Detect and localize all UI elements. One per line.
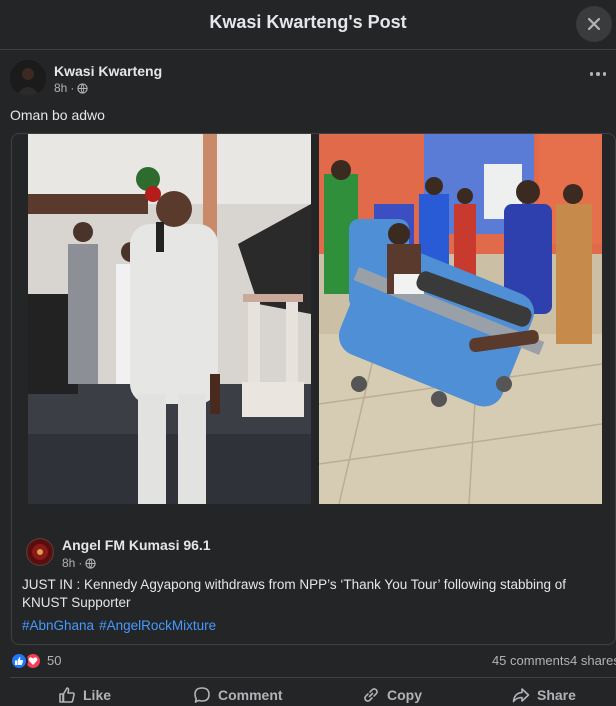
copy-label: Copy (387, 687, 422, 703)
globe-icon (77, 82, 89, 94)
share-icon (512, 688, 530, 703)
meta-separator: · (78, 556, 83, 570)
copy-button[interactable]: Copy (362, 682, 422, 706)
hashtag-link[interactable]: #AbnGhana (22, 618, 94, 633)
comment-label: Comment (218, 687, 283, 703)
shares-count[interactable]: 4 shares (570, 653, 616, 668)
post-author-row: Kwasi Kwarteng 8h · (10, 60, 610, 100)
more-dot-icon (602, 72, 607, 76)
post-dialog-header: Kwasi Kwarteng's Post (0, 0, 616, 50)
share-button[interactable]: Share (512, 682, 576, 706)
meta-separator: · (70, 81, 75, 95)
author-name[interactable]: Kwasi Kwarteng (54, 63, 162, 79)
comment-button[interactable]: Comment (193, 682, 283, 706)
more-options-button[interactable] (586, 66, 610, 82)
hashtag-link[interactable]: #AngelRockMixture (99, 618, 216, 633)
shared-post-text: JUST IN : Kennedy Agyapong withdraws fro… (22, 577, 567, 610)
like-label: Like (83, 687, 112, 703)
shared-post-card[interactable]: Angel FM Kumasi 96.1 8h · JUST IN : Kenn… (11, 133, 616, 645)
action-bar: Like Comment Copy Share (10, 677, 616, 706)
shared-page-name[interactable]: Angel FM Kumasi 96.1 (62, 537, 211, 553)
globe-icon (85, 557, 97, 569)
like-button[interactable]: Like (58, 682, 111, 706)
shared-page-meta: 8h · (62, 556, 97, 570)
author-avatar[interactable] (10, 60, 46, 96)
hashtags: #AbnGhana #AngelRockMixture (22, 618, 216, 633)
comments-count[interactable]: 45 comments (492, 653, 570, 668)
reaction-count[interactable]: 50 (47, 653, 61, 668)
close-icon (587, 17, 601, 31)
shared-page-header: Angel FM Kumasi 96.1 8h · (26, 536, 596, 572)
close-button[interactable] (576, 6, 612, 42)
reactions-row: 50 45 comments 4 shares (10, 650, 616, 672)
post-time[interactable]: 8h (54, 81, 67, 95)
shared-photo-right[interactable] (319, 134, 602, 504)
more-dot-icon (589, 72, 594, 76)
page-logo[interactable] (26, 538, 54, 566)
comment-icon (194, 687, 210, 703)
reaction-icons[interactable] (10, 652, 46, 670)
share-label: Share (537, 687, 576, 703)
link-icon (364, 688, 378, 702)
post-text: Oman bo adwo (10, 107, 105, 123)
like-reaction-icon (10, 652, 28, 670)
like-icon (59, 687, 75, 703)
more-dot-icon (596, 72, 600, 76)
shared-photo-left[interactable] (28, 134, 311, 504)
dialog-title: Kwasi Kwarteng's Post (209, 12, 407, 32)
shared-post-time[interactable]: 8h (62, 556, 75, 570)
post-meta: 8h · (54, 81, 89, 95)
